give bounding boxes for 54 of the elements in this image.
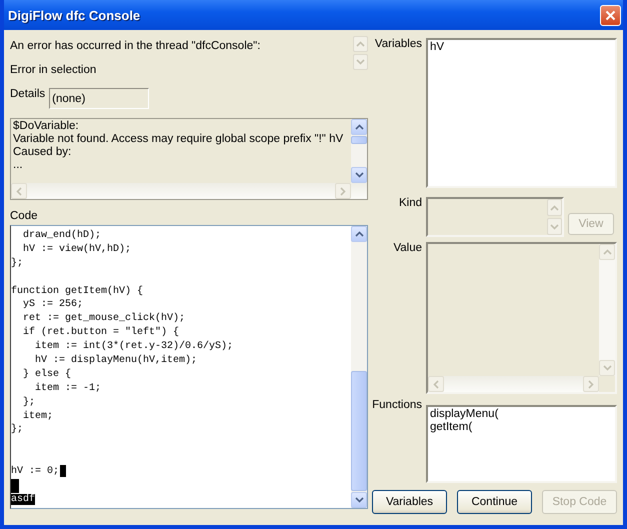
code-line: hV := 0; — [11, 466, 60, 478]
code-line: item := int(3*(ret.y-32)/0.6/yS); — [34, 341, 234, 352]
variables-label: Variables — [374, 38, 422, 52]
scroll-down-icon[interactable] — [351, 492, 367, 508]
code-line: ret := get_mouse_click(hV); — [22, 313, 186, 324]
scrollbar[interactable] — [351, 119, 367, 183]
scroll-thumb[interactable] — [351, 371, 367, 491]
scroll-up-icon[interactable] — [351, 119, 367, 135]
value-label: Value — [392, 242, 422, 256]
error-text-line: ... — [13, 159, 24, 172]
error-text-line: Caused by: — [13, 146, 72, 159]
selection-block — [11, 479, 19, 493]
close-icon — [605, 10, 616, 20]
code-editor[interactable] — [10, 225, 368, 509]
code-line: item; — [22, 410, 54, 422]
function-item[interactable]: getItem( — [430, 421, 613, 434]
code-line: function getItem(hV) { — [11, 286, 144, 297]
error-text-line: Variable not found. Access may require global scope prefix "!" hV — [13, 133, 344, 146]
code-label: Code — [10, 210, 38, 222]
details-field: (none) — [49, 88, 150, 109]
scroll-thumb[interactable] — [351, 136, 367, 144]
window-title: DigiFlow dfc Console — [8, 8, 140, 22]
code-line: hV := view(hV,hD); — [22, 244, 132, 255]
code-line: }; — [11, 424, 24, 436]
horizontal-scrollbar[interactable] — [11, 183, 367, 199]
variable-item[interactable]: hV — [430, 41, 613, 53]
variables-list[interactable]: hV — [426, 38, 617, 188]
error-heading: An error has occurred in the thread "dfcConsole": — [10, 40, 260, 52]
details-label: Details — [10, 88, 46, 100]
functions-label: Functions — [372, 399, 422, 413]
kind-label: Kind — [398, 197, 422, 209]
selection-block — [60, 465, 66, 478]
code-line: hV := displayMenu(hV,item); — [34, 355, 198, 366]
function-item[interactable]: displayMenu( — [430, 408, 613, 421]
scroll-down-icon[interactable] — [351, 167, 367, 183]
code-line: if (ret.button = "left") { — [22, 327, 180, 338]
functions-list[interactable]: displayMenu( getItem( — [426, 405, 617, 483]
code-line: yS := 256; — [22, 299, 84, 310]
scroll-right-icon[interactable] — [583, 376, 599, 392]
scroll-left-icon[interactable] — [11, 183, 27, 199]
code-line: draw_end(hD); — [22, 230, 102, 241]
code-line: }; — [22, 396, 36, 408]
close-button[interactable] — [600, 4, 621, 26]
action-button[interactable]: Continue — [457, 490, 532, 514]
code-line: }; — [11, 258, 24, 269]
error-message: Error in selection — [10, 64, 98, 76]
horizontal-scrollbar[interactable] — [428, 376, 599, 392]
scroll-left-icon[interactable] — [428, 376, 444, 392]
scrollbar[interactable] — [351, 226, 367, 508]
error-text-line: $DoVariable: — [13, 120, 80, 133]
scroll-up-icon[interactable] — [351, 226, 367, 242]
code-line: item := -1; — [34, 382, 102, 394]
code-line: } else { — [22, 368, 72, 380]
action-button[interactable]: Variables — [372, 490, 447, 514]
